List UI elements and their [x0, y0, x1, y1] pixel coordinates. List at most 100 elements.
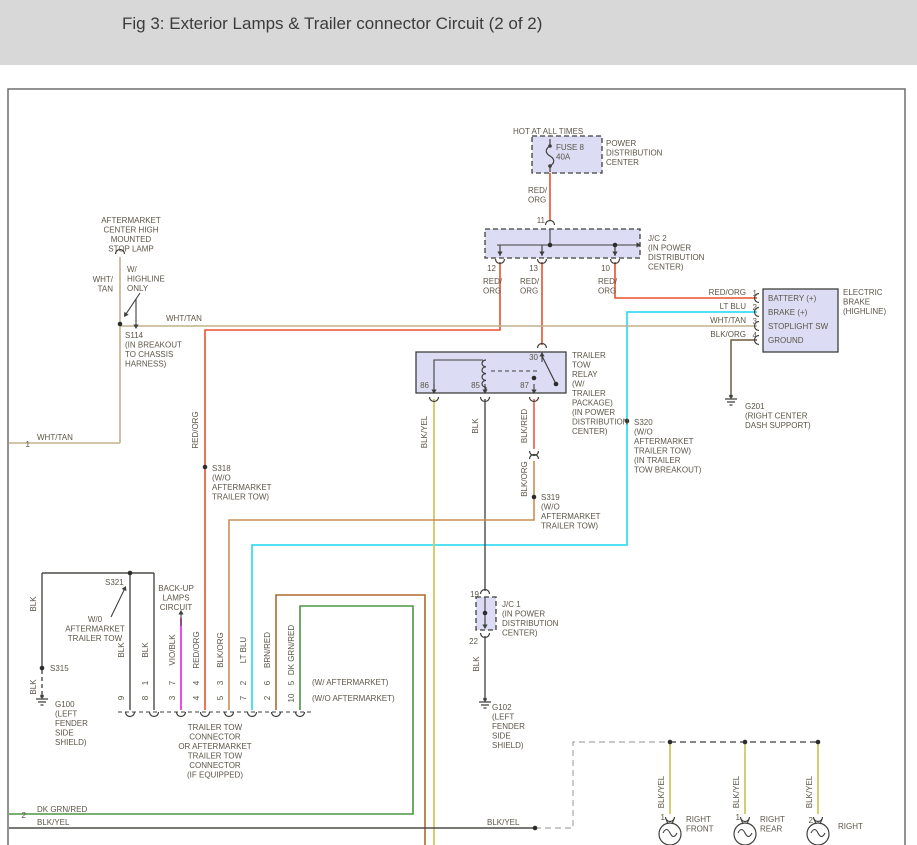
wire-label-red-org-13: RED/ORG — [520, 277, 540, 296]
wire-label-blk-red-87: BLK/RED — [520, 409, 529, 443]
trailer-connector-label: TRAILER TOW CONNECTOR OR AFTERMARKET TRAILE… — [178, 723, 251, 780]
wire-label-blk-left2: BLK — [29, 679, 38, 695]
brake-row-brake: BRAKE (+) — [768, 308, 808, 317]
conn-pin-u3: 3 — [216, 680, 225, 685]
lamp2-wire-label: BLK/YEL — [732, 775, 741, 808]
conn-label-brn-red: BRN/RED — [263, 632, 272, 668]
filament-icon — [662, 828, 678, 838]
wire-label-dk-grn-red-h: DK GRN/RED — [37, 805, 87, 814]
pin-13: 13 — [529, 264, 538, 273]
wire-label-lt-blu: LT BLU — [720, 302, 747, 311]
w-aftermarket-note: (W/ AFTERMARKET) — [312, 678, 389, 687]
lamp3-pin: 2 — [809, 816, 814, 825]
conn-pin-l10: 10 — [287, 693, 296, 702]
wiring-diagram-page: Fig 3: Exterior Lamps & Trailer connecto… — [0, 0, 917, 845]
junction-dot — [742, 739, 748, 745]
wire-label-wht-tan-h2: WHT/TAN — [37, 433, 73, 442]
conn-label-blk-org: BLK/ORG — [216, 632, 225, 668]
jc2-label: J/C 2 (IN POWER DISTRIBUTION CENTER) — [648, 234, 705, 272]
conn-label-blk-b: BLK — [141, 642, 150, 658]
w-highline-only: W/HIGHLINE ONLY — [127, 265, 165, 293]
conn-pin-l5: 5 — [216, 695, 225, 700]
wire-label-blk-left1: BLK — [29, 596, 38, 612]
g102-ground-icon — [479, 699, 491, 709]
brake-pin-4: 4 — [753, 331, 758, 340]
lamp1-wire-label: BLK/YEL — [657, 775, 666, 808]
conn-pin-l4: 4 — [192, 695, 201, 700]
g201-ground-icon — [725, 396, 737, 406]
pin-2-left: 2 — [22, 811, 27, 820]
conn-pin-l2: 2 — [263, 695, 272, 700]
conn-pin-u5: 5 — [287, 680, 296, 685]
junction-dot — [531, 494, 537, 500]
w0-aftermarket: W/0 AFTERMARKET TRAILER TOW — [65, 615, 125, 643]
right-front-label: RIGHT FRONT — [686, 815, 714, 834]
pin-1-left: 1 — [26, 440, 31, 449]
conn-pin-u7: 7 — [168, 680, 177, 685]
g102-label: G102 (LEFT FENDER SIDE SHIELD) — [492, 703, 525, 750]
junction-dot — [39, 665, 45, 671]
junction-dot — [667, 739, 673, 745]
arrow-icon — [125, 292, 141, 315]
breakout-dash — [535, 741, 668, 829]
conn-pin-l3: 3 — [168, 695, 177, 700]
junction-dot — [553, 381, 559, 387]
pin-11: 11 — [537, 216, 546, 225]
junction-dot — [532, 825, 538, 831]
junction-dot — [815, 739, 821, 745]
connector-arc-icon — [294, 711, 306, 718]
brake-pin-2: 2 — [753, 303, 758, 312]
junction-dot — [547, 242, 553, 248]
s319-label: S319 (W/O AFTERMARKET TRAILER TOW) — [541, 493, 601, 531]
jc1-label: J/C 1 (IN POWER DISTRIBUTION CENTER) — [502, 600, 559, 638]
g201-label: G201 (RIGHT CENTER DASH SUPPORT) — [745, 402, 811, 430]
lamp2-pin: 1 — [736, 813, 741, 822]
wire-label-red-org-rot: RED/ORG — [191, 411, 200, 448]
junction-dot — [202, 464, 208, 470]
stop-lamp-label: AFTERMARKET CENTER HIGH MOUNTED STOP LAMP — [101, 216, 161, 254]
brake-row-battery: BATTERY (+) — [768, 294, 817, 303]
connector-arc-icon — [124, 711, 136, 718]
power-dist-center-label: POWER DISTRIBUTION CENTER — [606, 139, 663, 167]
pin-86: 86 — [420, 381, 429, 390]
pin-12: 12 — [487, 264, 496, 273]
conn-pin-l7: 7 — [239, 695, 248, 700]
lamp3-wire-label: BLK/YEL — [805, 775, 814, 808]
conn-pin-u6: 6 — [263, 680, 272, 685]
s315-label: S315 — [50, 664, 69, 673]
pin-30: 30 — [529, 353, 538, 362]
jc2-box — [484, 228, 641, 259]
right-rear-label: RIGHT REAR — [760, 815, 785, 834]
wire-blk-org-g201 — [730, 339, 757, 394]
conn-pin-l8: 8 — [141, 695, 150, 700]
junction-dot — [117, 321, 123, 327]
connector-arc-icon — [544, 219, 556, 226]
wiring-diagram: HOT AT ALL TIMESFUSE 8 40APOWER DISTRIBUTI… — [7, 88, 906, 845]
wire-label-blk-85: BLK — [471, 418, 480, 434]
diagram-border — [7, 88, 906, 845]
filament-icon — [737, 828, 753, 838]
conn-pin-u4: 4 — [192, 680, 201, 685]
arrow-icon — [110, 588, 126, 618]
wire-label-wht-tan-v: WHT/TAN — [93, 275, 114, 294]
wire-label-blk-yel-86: BLK/YEL — [420, 415, 429, 448]
connector-arc-icon — [148, 711, 160, 718]
brake-pin-3: 3 — [753, 317, 758, 326]
s321-label: S321 — [105, 578, 124, 587]
conn-pin-l9: 9 — [117, 695, 126, 700]
connector-arc-icon — [199, 711, 211, 718]
hot-at-all-times: HOT AT ALL TIMES — [513, 127, 583, 136]
g100-ground-icon — [36, 696, 48, 706]
pin-87: 87 — [520, 381, 529, 390]
wire-brn-red — [275, 594, 426, 845]
brake-pin-1: 1 — [753, 289, 758, 298]
right-label: RIGHT — [838, 822, 863, 831]
g100-label: G100 (LEFT FENDER SIDE SHIELD) — [55, 700, 88, 747]
connector-arc-icon — [175, 711, 187, 718]
pin-10: 10 — [601, 264, 610, 273]
junction-dot — [531, 375, 537, 381]
junction-dot — [482, 610, 488, 616]
pin-19: 19 — [470, 590, 479, 599]
conn-label-blk-a: BLK — [117, 642, 126, 658]
connector-arc-icon — [223, 711, 235, 718]
